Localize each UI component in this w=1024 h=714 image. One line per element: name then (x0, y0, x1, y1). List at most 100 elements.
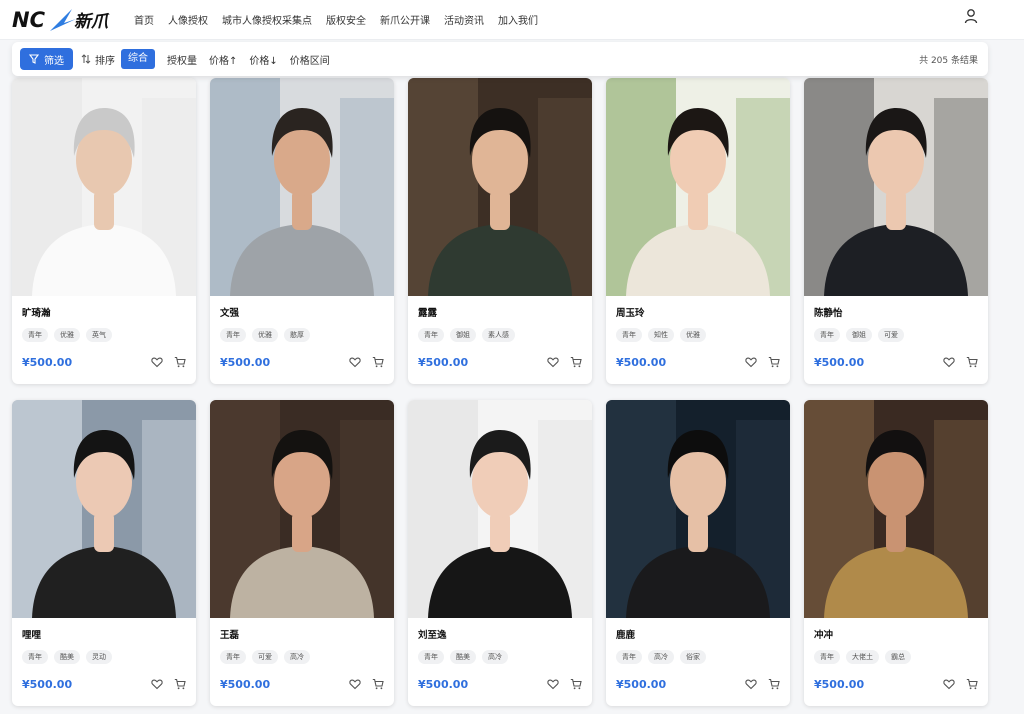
price: ¥500.00 (22, 355, 73, 369)
style-tag: 青年 (814, 328, 840, 342)
model-name: 鹿鹿 (616, 630, 636, 641)
sort-arrows-icon (81, 54, 91, 64)
style-tag: 青年 (616, 650, 642, 664)
portrait-card[interactable]: 陈静怡 青年 御姐 可爱 ¥500.00 (804, 78, 988, 384)
style-tag: 素人感 (482, 328, 515, 342)
cart-icon[interactable] (174, 678, 186, 690)
portrait-card[interactable]: 冲冲 青年 大佬土 霸总 ¥500.00 (804, 400, 988, 706)
filter-button[interactable]: 筛选 (20, 48, 73, 70)
portrait-card[interactable]: 刘至逸 青年 酷美 高冷 ¥500.00 (408, 400, 592, 706)
style-tag: 高冷 (648, 650, 674, 664)
portrait-photo[interactable] (606, 400, 790, 618)
price: ¥500.00 (814, 677, 865, 691)
nav-item[interactable]: 加入我们 (498, 12, 538, 27)
nav-item[interactable]: 新爪公开课 (380, 12, 430, 27)
user-icon[interactable] (964, 8, 978, 24)
sort-option[interactable]: 授权量 (167, 52, 197, 67)
price: ¥500.00 (814, 355, 865, 369)
portrait-card[interactable]: 文强青年 优雅 憨厚 ¥500.00 (210, 78, 394, 384)
style-tag: 酷美 (450, 650, 476, 664)
portrait-card[interactable]: 王磊 青年 可爱 高冷 ¥500.00 (210, 400, 394, 706)
favorite-heart-icon[interactable] (745, 678, 757, 690)
favorite-heart-icon[interactable] (745, 356, 757, 368)
portrait-photo[interactable] (804, 78, 988, 296)
style-tag: 俗家 (680, 650, 706, 664)
model-name: 哩哩 (22, 630, 42, 641)
sort-option[interactable]: 价格区间 (290, 52, 330, 67)
portrait-card[interactable]: 周玉玲 青年 知性 优雅 ¥500.00 (606, 78, 790, 384)
cart-icon[interactable] (174, 356, 186, 368)
tag-list: 青年 高冷 俗家 (616, 650, 780, 664)
sort-option[interactable]: 价格↑ (209, 52, 237, 67)
style-tag: 青年 (22, 650, 48, 664)
style-tag: 可爱 (252, 650, 278, 664)
cart-icon[interactable] (966, 356, 978, 368)
portrait-photo[interactable] (210, 78, 394, 296)
favorite-heart-icon[interactable] (349, 356, 361, 368)
style-tag: 青年 (418, 328, 444, 342)
portrait-card[interactable]: 旷琦瀚青年 优雅 英气 ¥500.00 (12, 78, 196, 384)
nav-item[interactable]: 首页 (134, 12, 154, 27)
favorite-heart-icon[interactable] (349, 678, 361, 690)
model-name: 刘至逸 (418, 630, 447, 641)
sort-label: 排序 (81, 52, 115, 67)
portrait-photo[interactable] (804, 400, 988, 618)
main-nav: 首页 人像授权 城市人像授权采集点 版权安全 新爪公开课 活动资讯 加入我们 (134, 12, 552, 27)
price: ¥500.00 (220, 355, 271, 369)
cart-icon[interactable] (570, 678, 582, 690)
portrait-photo[interactable] (408, 400, 592, 618)
nav-item[interactable]: 活动资讯 (444, 12, 484, 27)
style-tag: 英气 (86, 328, 112, 342)
cart-icon[interactable] (768, 678, 780, 690)
portrait-card[interactable]: 鹿鹿 青年 高冷 俗家 ¥500.00 (606, 400, 790, 706)
filter-button-label: 筛选 (44, 55, 64, 67)
tag-list: 青年 优雅 憨厚 (220, 328, 384, 342)
nav-item[interactable]: 人像授权 (168, 12, 208, 27)
funnel-icon (29, 54, 39, 64)
style-tag: 灵动 (86, 650, 112, 664)
nc-logo-icon: NC 新爪 (12, 8, 110, 32)
tag-list: 青年 酷美 灵动 (22, 650, 186, 664)
nav-item[interactable]: 版权安全 (326, 12, 366, 27)
svg-text:新爪: 新爪 (74, 12, 110, 32)
sort-option[interactable]: 价格↓ (249, 52, 277, 67)
tag-list: 青年 大佬土 霸总 (814, 650, 978, 664)
portrait-photo[interactable] (408, 78, 592, 296)
price: ¥500.00 (22, 677, 73, 691)
style-tag: 优雅 (252, 328, 278, 342)
portrait-photo[interactable] (12, 78, 196, 296)
portrait-photo[interactable] (12, 400, 196, 618)
cart-icon[interactable] (768, 356, 780, 368)
cart-icon[interactable] (372, 678, 384, 690)
portrait-card[interactable]: 露露 青年 御姐 素人感 ¥500.00 (408, 78, 592, 384)
favorite-heart-icon[interactable] (151, 678, 163, 690)
favorite-heart-icon[interactable] (943, 678, 955, 690)
tag-list: 青年 御姐 素人感 (418, 328, 582, 342)
style-tag: 青年 (220, 650, 246, 664)
sort-option[interactable]: 综合 (121, 49, 155, 69)
favorite-heart-icon[interactable] (547, 356, 559, 368)
model-name: 文强 (220, 308, 240, 319)
nav-item[interactable]: 城市人像授权采集点 (222, 12, 312, 27)
style-tag: 青年 (220, 328, 246, 342)
cart-icon[interactable] (372, 356, 384, 368)
favorite-heart-icon[interactable] (151, 356, 163, 368)
model-name: 陈静怡 (814, 308, 843, 319)
cart-icon[interactable] (570, 356, 582, 368)
portrait-photo[interactable] (210, 400, 394, 618)
tag-list: 青年 优雅 英气 (22, 328, 186, 342)
style-tag: 青年 (814, 650, 840, 664)
style-tag: 知性 (648, 328, 674, 342)
brand-logo[interactable]: NC 新爪 (12, 5, 116, 35)
portrait-photo[interactable] (606, 78, 790, 296)
sort-label-text: 排序 (95, 55, 115, 67)
top-navbar: NC 新爪 首页 人像授权 城市人像授权采集点 版权安全 新爪公开课 活动资讯 加入我们 (0, 0, 1024, 40)
style-tag: 酷美 (54, 650, 80, 664)
favorite-heart-icon[interactable] (943, 356, 955, 368)
style-tag: 优雅 (680, 328, 706, 342)
cart-icon[interactable] (966, 678, 978, 690)
tag-list: 青年 可爱 高冷 (220, 650, 384, 664)
favorite-heart-icon[interactable] (547, 678, 559, 690)
model-name: 旷琦瀚 (22, 308, 51, 319)
portrait-card[interactable]: 哩哩青年 酷美 灵动 ¥500.00 (12, 400, 196, 706)
